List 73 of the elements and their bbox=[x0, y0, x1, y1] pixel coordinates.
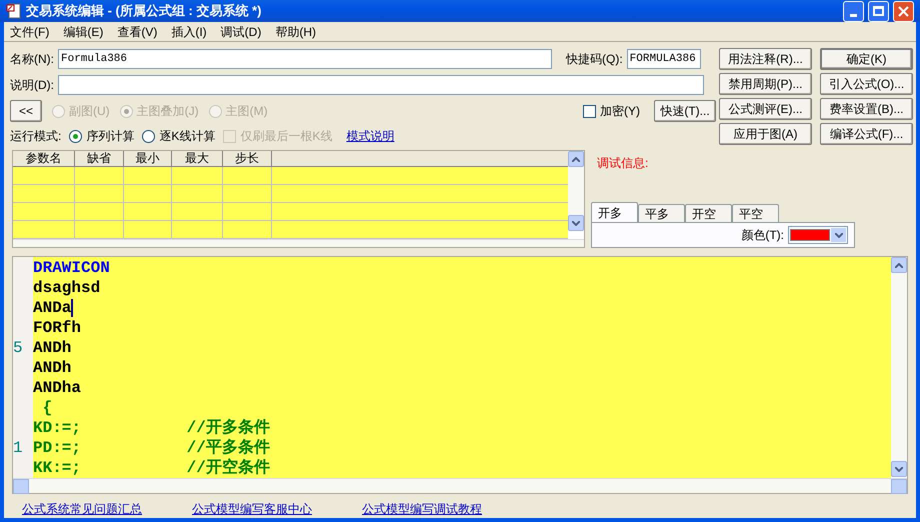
column-header: 参数名 bbox=[13, 151, 75, 167]
checkbox[interactable] bbox=[583, 104, 596, 118]
code-line: ANDh bbox=[33, 358, 72, 378]
radio-label: 主图叠加(J) bbox=[136, 103, 199, 120]
code-editor[interactable]: DRAWICON dsaghsd ANDa FORfh ANDh ANDh ANDha { KD:=; //开多条件 PD:=; //平多条件 KK:=; //开空条件 bbox=[33, 257, 891, 478]
run-mode-label: 运行模式: bbox=[10, 128, 62, 145]
vertical-scrollbar[interactable] bbox=[891, 257, 907, 477]
column-header: 最大 bbox=[172, 151, 223, 167]
tab[interactable]: 开多 bbox=[591, 202, 638, 222]
dialog-button[interactable]: 应用于图(A) bbox=[719, 123, 812, 145]
tab[interactable]: 平多 bbox=[638, 204, 685, 222]
dialog-button[interactable]: 禁用周期(P)... bbox=[719, 73, 812, 95]
dialog-button[interactable]: 公式测评(E)... bbox=[719, 98, 812, 120]
horizontal-scrollbar[interactable] bbox=[13, 478, 907, 493]
menu-item[interactable]: 插入(I) bbox=[171, 22, 207, 40]
tab[interactable]: 平空 bbox=[732, 204, 779, 222]
radio-button[interactable] bbox=[142, 130, 156, 142]
footer-link[interactable]: 公式系统常见问题汇总 bbox=[22, 500, 142, 518]
column-header: 最小 bbox=[124, 151, 172, 167]
code-line: dsaghsd bbox=[33, 278, 100, 298]
field-label: 说明(D): bbox=[10, 77, 54, 94]
maximize-button[interactable] bbox=[868, 0, 889, 22]
description-field[interactable] bbox=[58, 75, 704, 95]
footer-link[interactable]: 公式模型编写调试教程 bbox=[362, 500, 482, 518]
line-number: 5 bbox=[13, 339, 23, 357]
mode-help-link[interactable]: 模式说明 bbox=[346, 127, 394, 145]
dialog-button[interactable]: 确定(K) bbox=[820, 48, 913, 70]
code-line: FORfh bbox=[33, 318, 82, 338]
code-line: DRAWICON bbox=[33, 258, 110, 278]
close-icon bbox=[898, 6, 909, 16]
code-line: KK:=; //开空条件 bbox=[33, 458, 270, 478]
radio-button[interactable] bbox=[69, 130, 82, 142]
close-button[interactable] bbox=[893, 0, 914, 22]
name-field[interactable]: Formula386 bbox=[58, 49, 552, 69]
dialog-button[interactable]: 费率设置(B)... bbox=[820, 98, 913, 120]
dialog-button[interactable]: 用法注释(R)... bbox=[719, 48, 812, 70]
menu-item[interactable]: 文件(F) bbox=[10, 22, 50, 40]
field-label: 名称(N): bbox=[10, 51, 54, 68]
collapse-button[interactable]: << bbox=[10, 100, 42, 122]
vertical-scrollbar[interactable] bbox=[568, 151, 584, 231]
footer-link[interactable]: 公式模型编写客服中心 bbox=[192, 500, 312, 518]
dialog-button[interactable]: 编译公式(F)... bbox=[820, 123, 913, 145]
color-dropdown[interactable] bbox=[788, 226, 848, 244]
debug-info-label: 调试信息: bbox=[597, 155, 650, 172]
checkbox-label: 加密(Y) bbox=[600, 103, 640, 120]
radio-label: 逐K线计算 bbox=[159, 128, 216, 145]
dialog-button[interactable]: 引入公式(O)... bbox=[820, 73, 913, 95]
minimize-button[interactable] bbox=[843, 0, 864, 22]
horizontal-scrollbar[interactable] bbox=[13, 239, 584, 247]
code-line: KD:=; //开多条件 bbox=[33, 418, 270, 438]
menu-item[interactable]: 编辑(E) bbox=[63, 22, 104, 40]
color-label: 颜色(T): bbox=[741, 227, 784, 244]
window-title: 交易系统编辑 - (所属公式组 : 交易系统 *) bbox=[26, 2, 262, 20]
shortcut-field[interactable]: FORMULA386 bbox=[626, 49, 701, 69]
radio-label: 序列计算 bbox=[86, 128, 134, 145]
column-header: 步长 bbox=[223, 151, 272, 167]
field-label: 快捷码(Q): bbox=[566, 51, 623, 68]
code-line: ANDa bbox=[33, 298, 72, 318]
code-line: ANDha bbox=[33, 378, 82, 398]
column-header: 缺省 bbox=[75, 151, 124, 167]
menu-item[interactable]: 帮助(H) bbox=[275, 22, 316, 40]
code-line: ANDh bbox=[33, 338, 72, 358]
line-number: 1 bbox=[13, 439, 23, 457]
document-icon bbox=[6, 3, 22, 19]
code-line: PD:=; //平多条件 bbox=[33, 438, 270, 458]
code-line: { bbox=[42, 398, 52, 418]
menu-item[interactable]: 调试(D) bbox=[220, 22, 262, 40]
tab[interactable]: 开空 bbox=[685, 204, 732, 222]
checkbox-label: 仅刷最后一根K线 bbox=[240, 128, 332, 145]
radio-label: 主图(M) bbox=[226, 103, 268, 120]
quick-button[interactable]: 快速(T)... bbox=[654, 100, 716, 122]
menu-item[interactable]: 查看(V) bbox=[117, 22, 158, 40]
radio-label: 副图(U) bbox=[69, 103, 110, 120]
